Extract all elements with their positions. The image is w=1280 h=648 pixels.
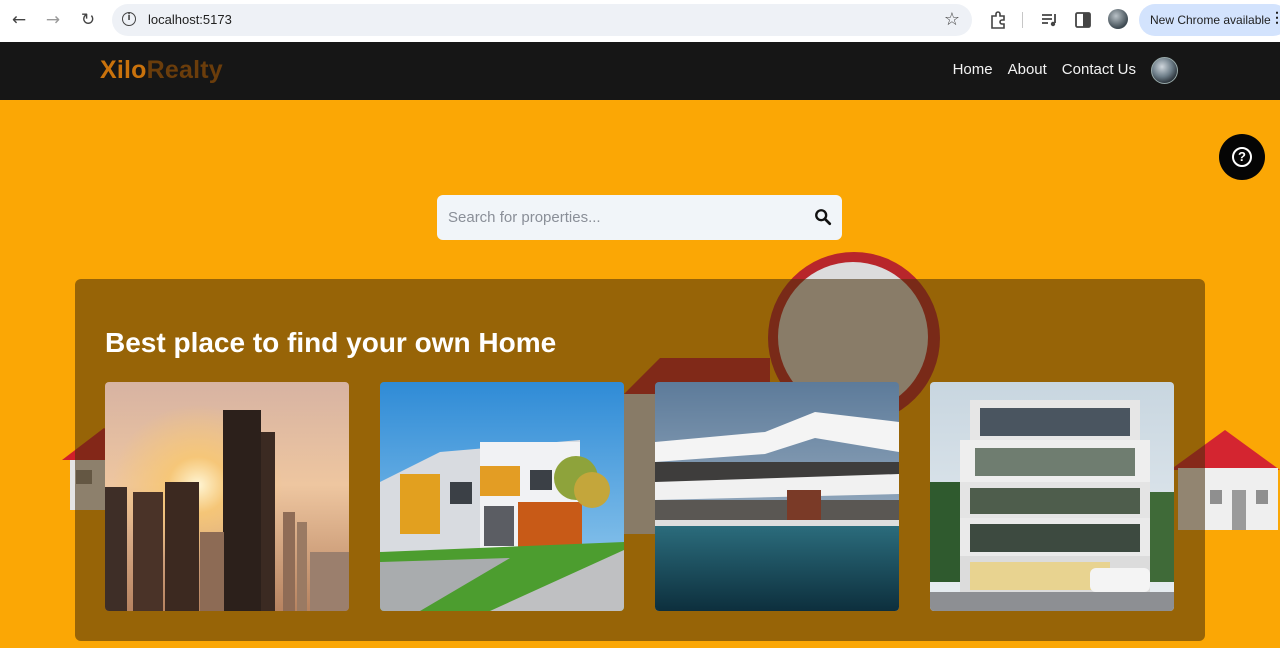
logo-part-1: Xilo <box>100 56 147 84</box>
update-chrome-label: New Chrome available <box>1150 13 1271 27</box>
address-bar[interactable]: i localhost:5173 ☆ <box>112 4 972 36</box>
property-card-townhouses[interactable] <box>380 382 624 611</box>
toolbar-divider <box>1022 12 1023 28</box>
search-input[interactable] <box>437 195 797 240</box>
main-nav: Home About Contact Us <box>953 61 1136 78</box>
skyline-image <box>105 382 349 611</box>
search-icon[interactable] <box>814 208 832 226</box>
url-text[interactable]: localhost:5173 <box>148 12 232 27</box>
more-icon[interactable]: ⋮ <box>1270 9 1280 26</box>
panel-title: Best place to find your own Home <box>105 327 557 358</box>
villa-image <box>655 382 899 611</box>
townhouses-image <box>380 382 624 611</box>
reload-icon[interactable]: ↻ <box>77 9 99 31</box>
media-controls-icon[interactable] <box>1040 10 1060 30</box>
property-card-skyline[interactable] <box>105 382 349 611</box>
search-bar <box>437 195 842 240</box>
apartment-image <box>930 382 1174 611</box>
bookmark-star-icon[interactable]: ☆ <box>944 9 960 30</box>
logo-part-2: Realty <box>146 56 223 84</box>
site-logo[interactable]: XiloRealty <box>100 56 223 85</box>
featured-panel: Best place to find your own Home <box>75 279 1205 641</box>
property-card-villa[interactable] <box>655 382 899 611</box>
user-avatar[interactable] <box>1151 57 1178 84</box>
nav-contact-link[interactable]: Contact Us <box>1062 61 1136 78</box>
nav-home-link[interactable]: Home <box>953 61 993 78</box>
site-header: XiloRealty Home About Contact Us <box>0 42 1280 100</box>
site-info-icon[interactable]: i <box>122 12 136 26</box>
property-cards <box>105 382 1175 611</box>
update-chrome-button[interactable]: New Chrome available <box>1139 4 1280 36</box>
profile-icon[interactable] <box>1108 9 1128 29</box>
forward-icon[interactable]: → <box>42 9 64 31</box>
browser-toolbar: ← → ↻ i localhost:5173 ☆ New Chrome avai… <box>0 0 1280 42</box>
extensions-icon[interactable] <box>988 10 1008 30</box>
back-icon[interactable]: ← <box>8 9 30 31</box>
nav-about-link[interactable]: About <box>1008 61 1047 78</box>
hero-section: ? Best place to find your own Home <box>0 100 1280 648</box>
question-icon: ? <box>1232 147 1252 167</box>
property-card-apartment[interactable] <box>930 382 1174 611</box>
help-button[interactable]: ? <box>1219 134 1265 180</box>
side-panel-icon[interactable] <box>1073 10 1093 30</box>
